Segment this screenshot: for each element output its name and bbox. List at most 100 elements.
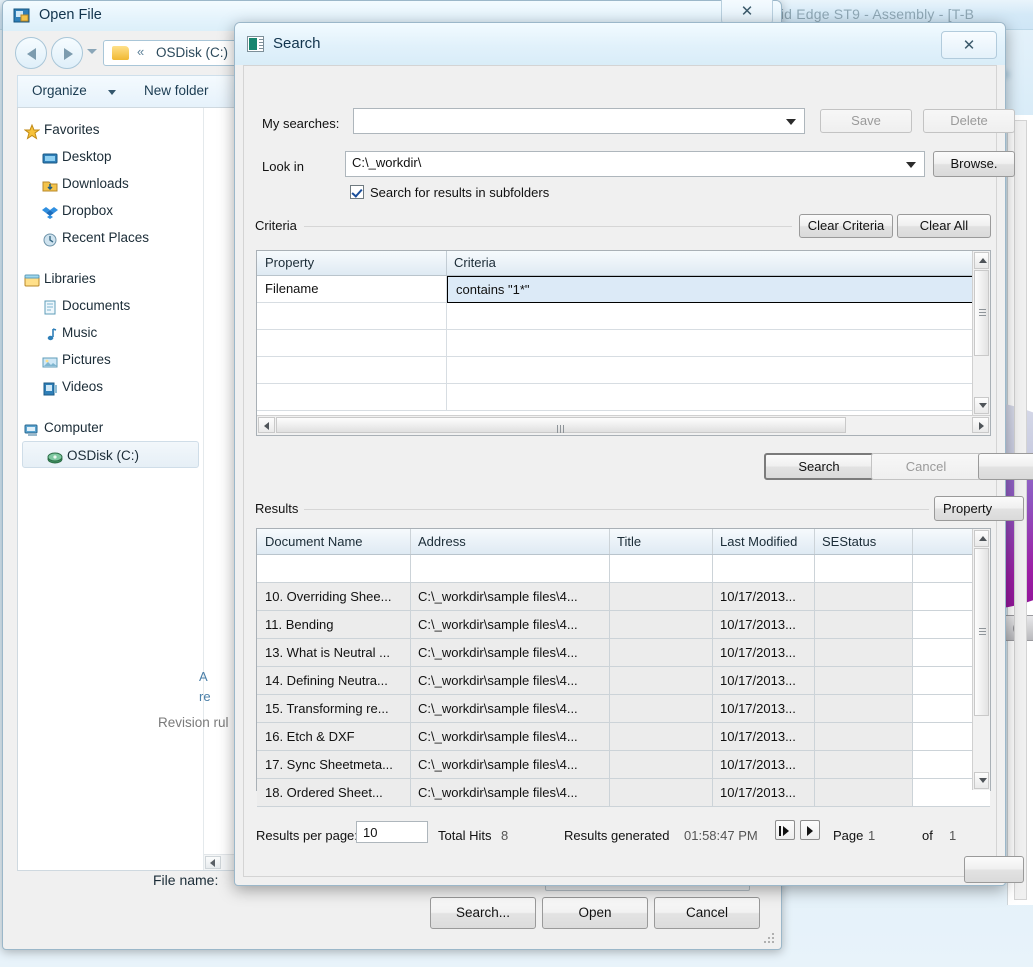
breadcrumb-current[interactable]: OSDisk (C:) bbox=[156, 45, 228, 60]
results-grid[interactable]: Document Name Address Title Last Modifie… bbox=[256, 528, 991, 807]
results-cell-last-modified[interactable]: 10/17/2013... bbox=[720, 617, 810, 632]
results-cell-address[interactable]: C:\_workdir\sample files\4... bbox=[418, 589, 603, 604]
results-row[interactable]: 17. Sync Sheetmeta... C:\_workdir\sample … bbox=[257, 751, 990, 779]
nav-pane-item-documents[interactable]: Documents bbox=[18, 292, 203, 319]
new-folder-button[interactable]: New folder bbox=[144, 83, 209, 98]
results-row[interactable]: 18. Ordered Sheet... C:\_workdir\sample f… bbox=[257, 779, 990, 807]
look-in-combobox[interactable]: C:\_workdir\ bbox=[345, 151, 925, 177]
results-cell-last-modified[interactable]: 10/17/2013... bbox=[720, 729, 810, 744]
results-col-last-modified[interactable]: Last Modified bbox=[720, 534, 797, 549]
criteria-grid[interactable]: Property Criteria Filename contains "1*" bbox=[256, 250, 991, 436]
results-row[interactable]: 16. Etch & DXF C:\_workdir\sample files\4… bbox=[257, 723, 990, 751]
results-cell-document-name[interactable]: 14. Defining Neutra... bbox=[265, 673, 405, 688]
criteria-cell-criteria[interactable]: contains "1*" bbox=[456, 282, 530, 297]
browse-button[interactable]: Browse. bbox=[933, 151, 1015, 177]
results-cell-last-modified[interactable]: 10/17/2013... bbox=[720, 757, 810, 772]
search-button[interactable]: Search... bbox=[430, 897, 536, 929]
nav-pane-item-libraries[interactable]: Libraries bbox=[18, 265, 203, 292]
scroll-left-icon[interactable] bbox=[258, 417, 275, 433]
scroll-down-icon[interactable] bbox=[974, 772, 989, 789]
scroll-left-icon[interactable] bbox=[205, 856, 221, 869]
recent-locations-icon[interactable] bbox=[87, 49, 97, 54]
close-dialog-button[interactable] bbox=[964, 856, 1024, 883]
scroll-up-icon[interactable] bbox=[974, 530, 989, 547]
results-cell-document-name[interactable]: 11. Bending bbox=[265, 617, 405, 632]
nav-pane-item-music[interactable]: Music bbox=[18, 319, 203, 346]
chevron-down-icon[interactable] bbox=[906, 162, 916, 168]
clear-criteria-button[interactable]: Clear Criteria bbox=[799, 214, 893, 238]
results-row[interactable]: 13. What is Neutral ... C:\_workdir\sampl… bbox=[257, 639, 990, 667]
scroll-right-icon[interactable] bbox=[972, 417, 989, 433]
nav-pane-item-osdisk-c[interactable]: OSDisk (C:) bbox=[22, 441, 199, 468]
results-cell-document-name[interactable]: 16. Etch & DXF bbox=[265, 729, 405, 744]
criteria-hscroll-thumb[interactable] bbox=[276, 417, 846, 433]
my-searches-combobox[interactable] bbox=[353, 108, 805, 134]
results-cell-last-modified[interactable]: 10/17/2013... bbox=[720, 785, 810, 800]
criteria-cell-property[interactable]: Filename bbox=[265, 281, 318, 296]
forward-button[interactable] bbox=[51, 37, 83, 69]
results-col-sestatus[interactable]: SEStatus bbox=[822, 534, 876, 549]
nav-pane-item-pictures[interactable]: Pictures bbox=[18, 346, 203, 373]
criteria-row[interactable] bbox=[257, 303, 990, 330]
results-row[interactable]: 11. Bending C:\_workdir\sample files\4...… bbox=[257, 611, 990, 639]
clear-all-button[interactable]: Clear All bbox=[897, 214, 991, 238]
chevron-down-icon[interactable] bbox=[786, 119, 796, 125]
criteria-vertical-scrollbar[interactable] bbox=[972, 251, 990, 415]
results-cell-last-modified[interactable]: 10/17/2013... bbox=[720, 701, 810, 716]
run-search-button[interactable]: Search bbox=[764, 453, 874, 480]
nav-pane-item-videos[interactable]: Videos bbox=[18, 373, 203, 400]
results-cell-document-name[interactable]: 10. Overriding Shee... bbox=[265, 589, 405, 604]
search-subfolders-checkbox[interactable] bbox=[350, 185, 364, 199]
scroll-up-icon[interactable] bbox=[974, 252, 989, 269]
extra-action-button[interactable] bbox=[978, 453, 1033, 480]
results-cell-last-modified[interactable]: 10/17/2013... bbox=[720, 645, 810, 660]
scroll-down-icon[interactable] bbox=[974, 397, 989, 414]
results-row[interactable]: 14. Defining Neutra... C:\_workdir\sample… bbox=[257, 667, 990, 695]
back-button[interactable] bbox=[15, 37, 47, 69]
nav-pane-item-downloads[interactable]: Downloads bbox=[18, 170, 203, 197]
nav-pane-item-desktop[interactable]: Desktop bbox=[18, 143, 203, 170]
results-cell-address[interactable]: C:\_workdir\sample files\4... bbox=[418, 617, 603, 632]
criteria-cell-criteria-selected[interactable]: contains "1*" bbox=[447, 276, 990, 303]
results-row[interactable]: 10. Overriding Shee... C:\_workdir\sample… bbox=[257, 583, 990, 611]
delete-search-button[interactable]: Delete bbox=[923, 109, 1015, 133]
open-button[interactable]: Open bbox=[542, 897, 648, 929]
prev-page-button[interactable] bbox=[800, 820, 820, 840]
results-cell-last-modified[interactable]: 10/17/2013... bbox=[720, 673, 810, 688]
results-vertical-scrollbar[interactable] bbox=[972, 529, 990, 790]
property-button[interactable]: Property bbox=[934, 496, 1024, 521]
breadcrumb-overflow-chevron[interactable]: « bbox=[137, 44, 144, 59]
criteria-horizontal-scrollbar[interactable] bbox=[257, 415, 990, 435]
cancel-button[interactable]: Cancel bbox=[654, 897, 760, 929]
results-per-page-value[interactable]: 10 bbox=[363, 825, 377, 840]
cancel-search-button[interactable]: Cancel bbox=[871, 453, 981, 480]
results-cell-address[interactable]: C:\_workdir\sample files\4... bbox=[418, 645, 603, 660]
results-cell-address[interactable]: C:\_workdir\sample files\4... bbox=[418, 673, 603, 688]
criteria-row[interactable] bbox=[257, 384, 990, 411]
resize-grip[interactable] bbox=[764, 933, 776, 945]
results-cell-last-modified[interactable]: 10/17/2013... bbox=[720, 589, 810, 604]
save-search-button[interactable]: Save bbox=[820, 109, 912, 133]
results-scroll-thumb[interactable] bbox=[974, 548, 989, 716]
nav-pane-item-computer[interactable]: Computer bbox=[18, 414, 203, 441]
results-cell-document-name[interactable]: 13. What is Neutral ... bbox=[265, 645, 405, 660]
organize-button[interactable]: Organize bbox=[32, 83, 87, 98]
results-cell-document-name[interactable]: 17. Sync Sheetmeta... bbox=[265, 757, 405, 772]
criteria-row[interactable] bbox=[257, 330, 990, 357]
results-cell-document-name[interactable]: 15. Transforming re... bbox=[265, 701, 405, 716]
nav-pane-item-dropbox[interactable]: Dropbox bbox=[18, 197, 203, 224]
results-col-document-name[interactable]: Document Name bbox=[265, 534, 363, 549]
results-col-title[interactable]: Title bbox=[617, 534, 641, 549]
results-row[interactable]: 15. Transforming re... C:\_workdir\sample… bbox=[257, 695, 990, 723]
results-cell-address[interactable]: C:\_workdir\sample files\4... bbox=[418, 785, 603, 800]
criteria-row[interactable]: Filename contains "1*" bbox=[257, 276, 990, 303]
results-cell-document-name[interactable]: 18. Ordered Sheet... bbox=[265, 785, 405, 800]
criteria-col-property[interactable]: Property bbox=[265, 255, 314, 270]
results-cell-address[interactable]: C:\_workdir\sample files\4... bbox=[418, 729, 603, 744]
criteria-scroll-thumb[interactable] bbox=[974, 270, 989, 356]
results-col-address[interactable]: Address bbox=[418, 534, 466, 549]
results-per-page-input[interactable]: 10 bbox=[356, 821, 428, 843]
results-cell-address[interactable]: C:\_workdir\sample files\4... bbox=[418, 701, 603, 716]
search-dialog-close-button[interactable]: ✕ bbox=[941, 31, 997, 59]
look-in-value[interactable]: C:\_workdir\ bbox=[352, 155, 421, 170]
